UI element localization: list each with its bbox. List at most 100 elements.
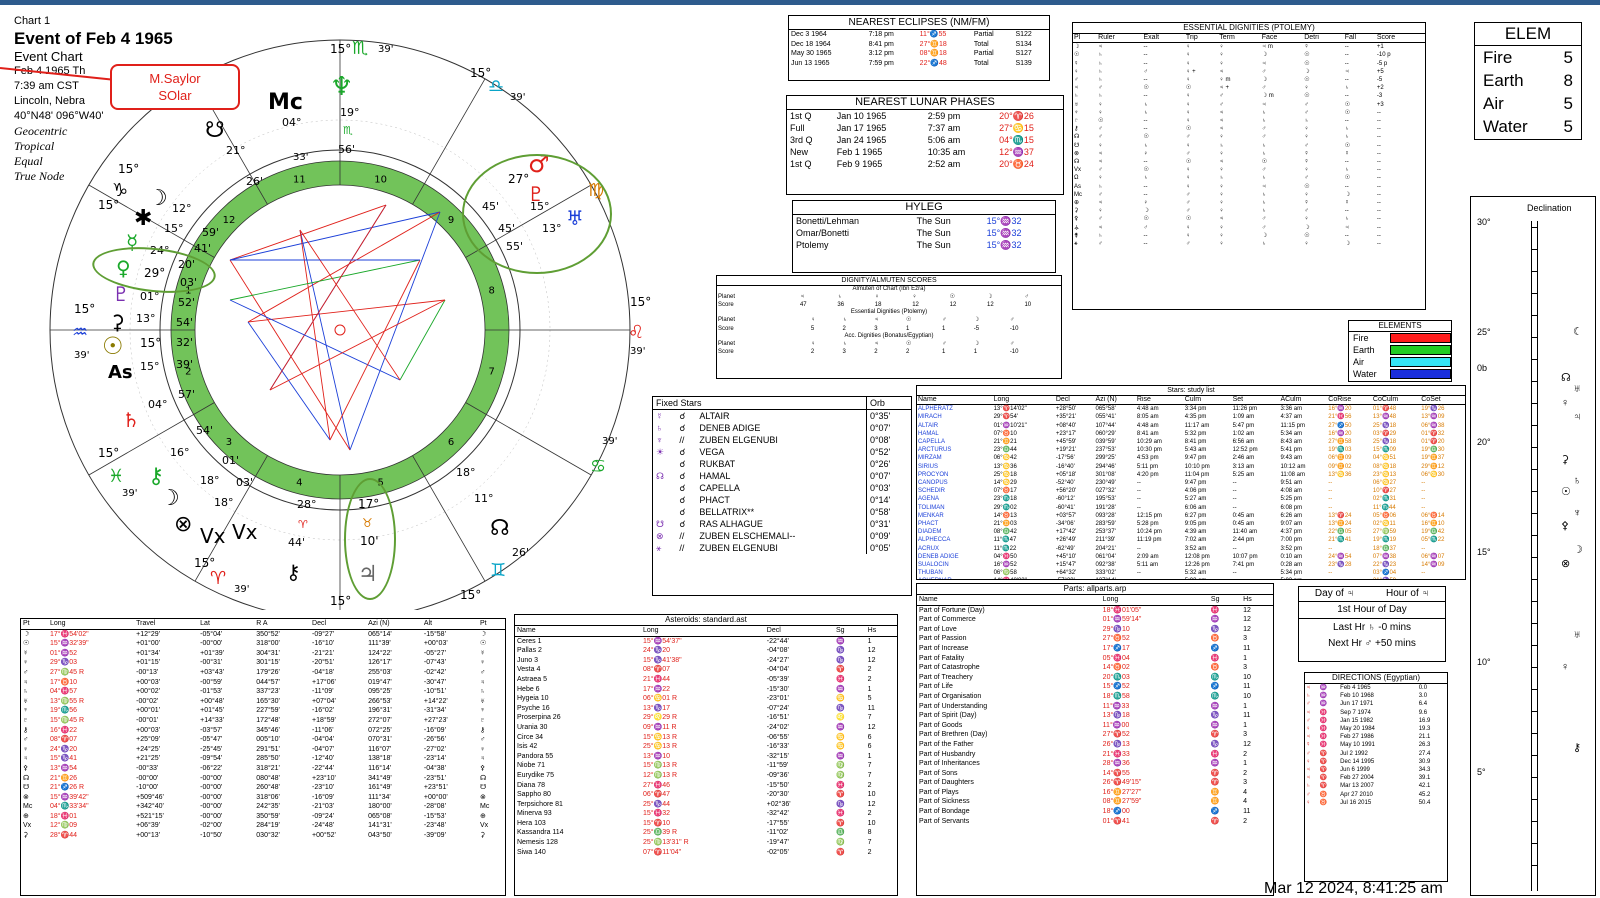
asteroid-row: Sappho 80 06°♈47 -20°30' ♈ 10 (515, 790, 897, 800)
star-cell: 29°♊12 (1421, 463, 1445, 470)
position-cell: +23°51' (423, 784, 448, 792)
eclipse-position: 11°♐55 (919, 31, 947, 38)
direction-cell: ♒ (1319, 693, 1328, 700)
direction-row: ♃ ♓ Feb 27 1986 21.1 (1305, 733, 1447, 741)
almuten-planet-cell: ☽ (973, 340, 980, 347)
parts-cell: 4 (1243, 798, 1248, 806)
parts-row: Part of Brethren (Day) 27°♈52 ♈ 3 (917, 730, 1273, 740)
parts-row: Part of Love 29°♑10 ♑ 12 (917, 625, 1273, 635)
fixed-star-planet (653, 494, 676, 506)
dignities-cell: ♄ (1261, 142, 1267, 149)
almuten-planet-cell: ♂ (942, 317, 947, 324)
asteroid-cell: Hygeia 10 (517, 695, 549, 703)
fixed-stars-table: Fixed Stars Orb ☿ ☌ ALTAIR 0°35' ♄ ☌ DENEB ADIGE… (653, 397, 911, 554)
dignities-header-cell: Score (1375, 34, 1425, 44)
position-cell: Vx (480, 822, 489, 830)
dignities-cell: ♀ (1304, 126, 1309, 133)
position-cell: ♂ (23, 736, 29, 744)
parts-cell: ♑ (1210, 625, 1220, 633)
dignities-cell: ♄ (1098, 77, 1103, 84)
dignities-cell: ♃ (1261, 60, 1267, 67)
eclipse-position: 08°♊18 (919, 50, 947, 58)
legend-name: Water (1353, 369, 1377, 379)
dignities-cell: ♃ m (1261, 44, 1273, 51)
lunar-phase-date: Jan 10 1965 (836, 111, 887, 121)
asteroid-cell: 21°♓44 (642, 675, 671, 683)
star-cell: 16°♒20 (1328, 406, 1352, 413)
callout-line-1: M.Saylor (149, 71, 201, 86)
position-cell: 337°23' (256, 688, 280, 696)
direction-row: ♂ ♓ Jan 15 1982 16.9 (1305, 717, 1447, 725)
direction-row: ♄ ♈ Mar 13 2007 42.1 (1305, 782, 1447, 790)
almuten-sec3: Acc. Dignities (Bonatus/Egyptian) (844, 332, 934, 339)
parts-row: Part of Servants 01°♈41 ♈ 2 (917, 817, 1273, 827)
position-cell: +03°43' (200, 668, 224, 676)
asteroid-row: Siwa 140 07°♈11'04" -02°05' ♈ 2 (515, 848, 897, 858)
position-cell: -05°04' (200, 630, 223, 638)
fixed-star-planet (653, 458, 676, 470)
dignities-cell: ♂ (1098, 126, 1103, 133)
asteroid-cell: 15°♍13 R (642, 762, 678, 770)
position-cell: -11°06' (312, 726, 334, 734)
declination-grid (1531, 667, 1537, 668)
position-cell: 15°♒39'42" (49, 793, 89, 801)
fixed-star-orb: 0°07' (865, 422, 911, 434)
declination-grid (1531, 557, 1537, 558)
parts-header-cell: Hs (1241, 595, 1273, 606)
position-cell: ⊗ (23, 793, 29, 801)
position-cell: ☽ (23, 630, 30, 638)
asteroid-cell: 13°♑17 (642, 704, 671, 712)
position-cell: ♀ (480, 659, 486, 667)
position-cell: -00°31' (200, 659, 223, 667)
lunar-phase-date: Feb 9 1965 (836, 159, 883, 169)
declination-grid (1531, 799, 1537, 800)
almuten-planet-cell: ☉ (905, 317, 912, 324)
position-cell: 04°♓57 (49, 688, 78, 696)
star-cell: 333°02' (1095, 570, 1116, 577)
almuten-planet-cell: ♄ (842, 317, 848, 324)
asteroid-cell: -09°36' (766, 771, 789, 779)
dignities-row: ⚷ ♂ -- ☉ ♃ ♂ ♀ ♄ -- (1073, 125, 1425, 133)
star-header-cell: Rise (1135, 396, 1184, 406)
almuten-score-cell: 2 (905, 349, 910, 356)
position-row: ♀ 24°♑20 +24°25' -25°45' 291°51' -04°07' 116°0… (21, 745, 505, 755)
callout-box[interactable]: M.Saylor SOlar (110, 64, 240, 110)
asteroid-cell: Psyche 16 (517, 704, 550, 712)
direction-row: ♀ ♓ May 20 1984 19.3 (1305, 725, 1447, 733)
position-cell: 019°47' (368, 678, 392, 686)
declination-grid (1531, 711, 1537, 712)
star-cell: 204°21' (1095, 545, 1116, 552)
fixed-star-name: CAPELLA (699, 483, 740, 493)
declination-grid (1531, 425, 1537, 426)
fixed-star-orb: 0°07' (865, 470, 911, 482)
positions-header-cell: Decl (310, 619, 367, 630)
position-cell: ♅ (23, 697, 29, 705)
star-cell: +45°59' (1055, 439, 1077, 446)
parts-header-cell: Long (1100, 595, 1209, 606)
position-cell: 24°♑20 (49, 745, 78, 753)
chart-style-4: True Node (14, 169, 65, 183)
positions-header-cell: Alt (421, 619, 478, 630)
dignities-cell: -- (1376, 224, 1381, 231)
dignities-cell: ♀ (1185, 232, 1191, 239)
fixed-star-planet: ☀ (656, 447, 665, 457)
dignities-cell: ♃ + (1219, 85, 1229, 92)
lunar-phase-name: 3rd Q (790, 135, 813, 145)
star-cell: 11:26 pm (1232, 406, 1258, 413)
house-number: 12 (223, 215, 236, 226)
asteroid-cell: 2 (867, 810, 872, 818)
declination-planet-icon: ☊ (1561, 372, 1571, 384)
star-cell: -- (1232, 577, 1280, 579)
asteroid-cell: 1 (867, 752, 872, 760)
parts-cell: 10 (1243, 673, 1251, 681)
star-cell: 4:37 am (1280, 414, 1303, 421)
star-cell: 5:11 pm (1136, 463, 1159, 470)
position-cell: -12°40' (312, 755, 335, 763)
star-cell: 4:53 pm (1136, 455, 1159, 462)
position-cell: 179°26' (256, 668, 280, 676)
direction-cell: ♒ (1319, 685, 1328, 691)
chart-label: Chart 1 (14, 15, 51, 27)
dignities-cell: ♀ (1219, 52, 1224, 59)
dignities-cell: ♀ (1098, 175, 1103, 182)
position-cell: 345°46' (256, 726, 280, 734)
